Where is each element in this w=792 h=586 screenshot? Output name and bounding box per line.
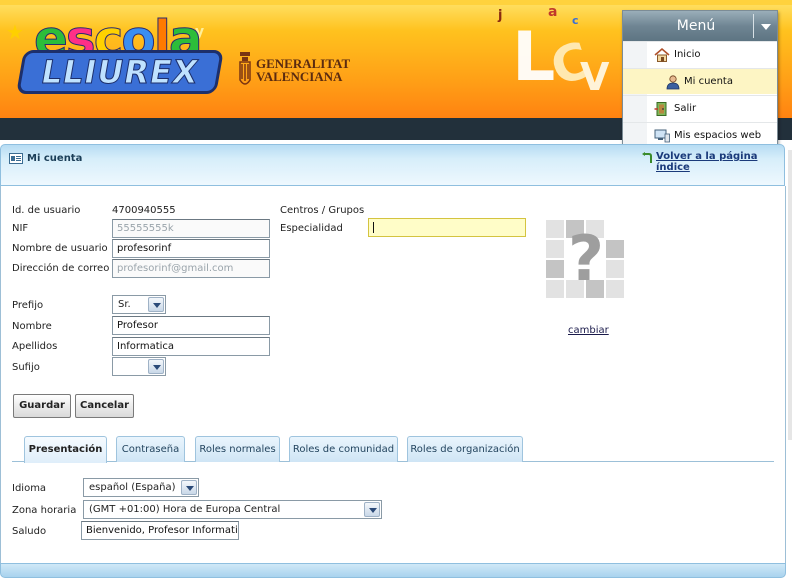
menu-item-label: Mis espacios web — [674, 130, 762, 141]
menu-title: Menú — [676, 18, 716, 34]
menu-item-label: Inicio — [674, 49, 701, 60]
name-label: Nombre — [12, 321, 52, 332]
suffix-select[interactable] — [112, 357, 166, 376]
chevron-down-icon[interactable] — [364, 502, 380, 517]
email-label: Dirección de correo — [12, 263, 110, 274]
surname-label: Apellidos — [12, 341, 58, 352]
greeting-label: Saludo — [12, 526, 47, 537]
chevron-down-icon[interactable] — [148, 359, 164, 374]
menu-item-label: Salir — [674, 103, 697, 114]
text-caret — [373, 222, 374, 233]
banner-decoration: j — [498, 8, 503, 23]
chevron-down-icon[interactable] — [148, 297, 164, 312]
language-select[interactable]: español (España) — [83, 478, 199, 497]
content-frame-left — [0, 186, 1, 566]
prefix-select[interactable]: Sr. — [112, 295, 166, 314]
greeting-field[interactable]: Bienvenido, Profesor Informatica! — [81, 521, 239, 540]
save-button[interactable]: Guardar — [13, 394, 71, 418]
username-field[interactable]: profesorinf — [112, 239, 270, 258]
menu-item-salir[interactable]: Salir — [623, 95, 777, 121]
language-label: Idioma — [12, 483, 47, 494]
prefix-selected-value: Sr. — [118, 299, 131, 310]
main-menu: Menú Inicio Mi cuenta Salir Mis espacios… — [622, 10, 778, 149]
user-icon — [666, 75, 680, 90]
username-label: Nombre de usuario — [12, 243, 108, 254]
change-photo-link[interactable]: cambiar — [568, 325, 609, 336]
home-icon — [654, 47, 670, 62]
banner-decoration: ★ — [6, 20, 24, 44]
menu-toggle-button[interactable]: Menú — [623, 11, 777, 41]
back-link-label: Volver a la página índice — [656, 151, 758, 173]
user-id-value: 4700940555 — [112, 205, 176, 216]
timezone-selected-value: (GMT +01:00) Hora de Europa Central — [89, 504, 281, 515]
menu-item-inicio[interactable]: Inicio — [623, 41, 777, 67]
email-field[interactable]: profesorinf@gmail.com — [112, 259, 270, 278]
menu-item-mi-cuenta[interactable]: Mi cuenta — [623, 68, 777, 94]
tab-contrasena[interactable]: Contraseña — [116, 436, 185, 462]
name-field[interactable]: Profesor — [112, 316, 270, 335]
monitor-icon — [654, 129, 670, 143]
suffix-label: Sufijo — [12, 362, 40, 373]
page-footer-bar — [0, 563, 786, 578]
centers-groups-label: Centros / Grupos — [280, 205, 365, 216]
tab-roles-de-comunidad[interactable]: Roles de comunidad — [289, 436, 398, 462]
timezone-label: Zona horaria — [12, 505, 77, 516]
user-id-label: Id. de usuario — [12, 205, 81, 216]
tab-roles-de-organizacion[interactable]: Roles de organización — [407, 436, 523, 462]
exit-door-icon — [654, 102, 667, 116]
language-selected-value: español (España) — [89, 482, 176, 493]
banner-decoration: a — [548, 4, 558, 20]
tab-roles-normales[interactable]: Roles normales — [195, 436, 280, 462]
menu-item-label: Mi cuenta — [684, 76, 733, 87]
question-mark-icon: ? — [568, 222, 604, 295]
generalitat-emblem-icon — [239, 52, 251, 85]
nif-field[interactable]: 55555555k — [112, 219, 270, 238]
banner-top-rim — [0, 0, 792, 5]
prefix-label: Prefijo — [12, 300, 44, 311]
specialty-field[interactable] — [368, 218, 526, 237]
surname-field[interactable]: Informatica — [112, 337, 270, 356]
content-frame-right — [785, 186, 786, 566]
avatar-placeholder: ? — [546, 220, 626, 300]
page-scrollbar[interactable] — [788, 150, 792, 440]
nif-label: NIF — [12, 223, 29, 234]
banner-decoration: V — [580, 55, 610, 99]
lliurex-logo: LLIUREX — [16, 50, 224, 94]
tab-presentacion[interactable]: Presentación — [24, 436, 107, 463]
cancel-button[interactable]: Cancelar — [75, 394, 134, 418]
return-arrow-icon — [642, 152, 652, 163]
specialty-label: Especialidad — [280, 223, 343, 234]
generalitat-text: GENERALITAT VALENCIANA — [256, 57, 350, 83]
chevron-down-icon[interactable] — [181, 480, 197, 495]
page-title: Mi cuenta — [27, 153, 83, 164]
banner-decoration: c — [572, 14, 579, 27]
account-card-icon — [9, 153, 23, 164]
chevron-down-icon[interactable] — [753, 14, 777, 38]
generalitat-line2: VALENCIANA — [256, 69, 343, 84]
timezone-select[interactable]: (GMT +01:00) Hora de Europa Central — [83, 500, 382, 519]
